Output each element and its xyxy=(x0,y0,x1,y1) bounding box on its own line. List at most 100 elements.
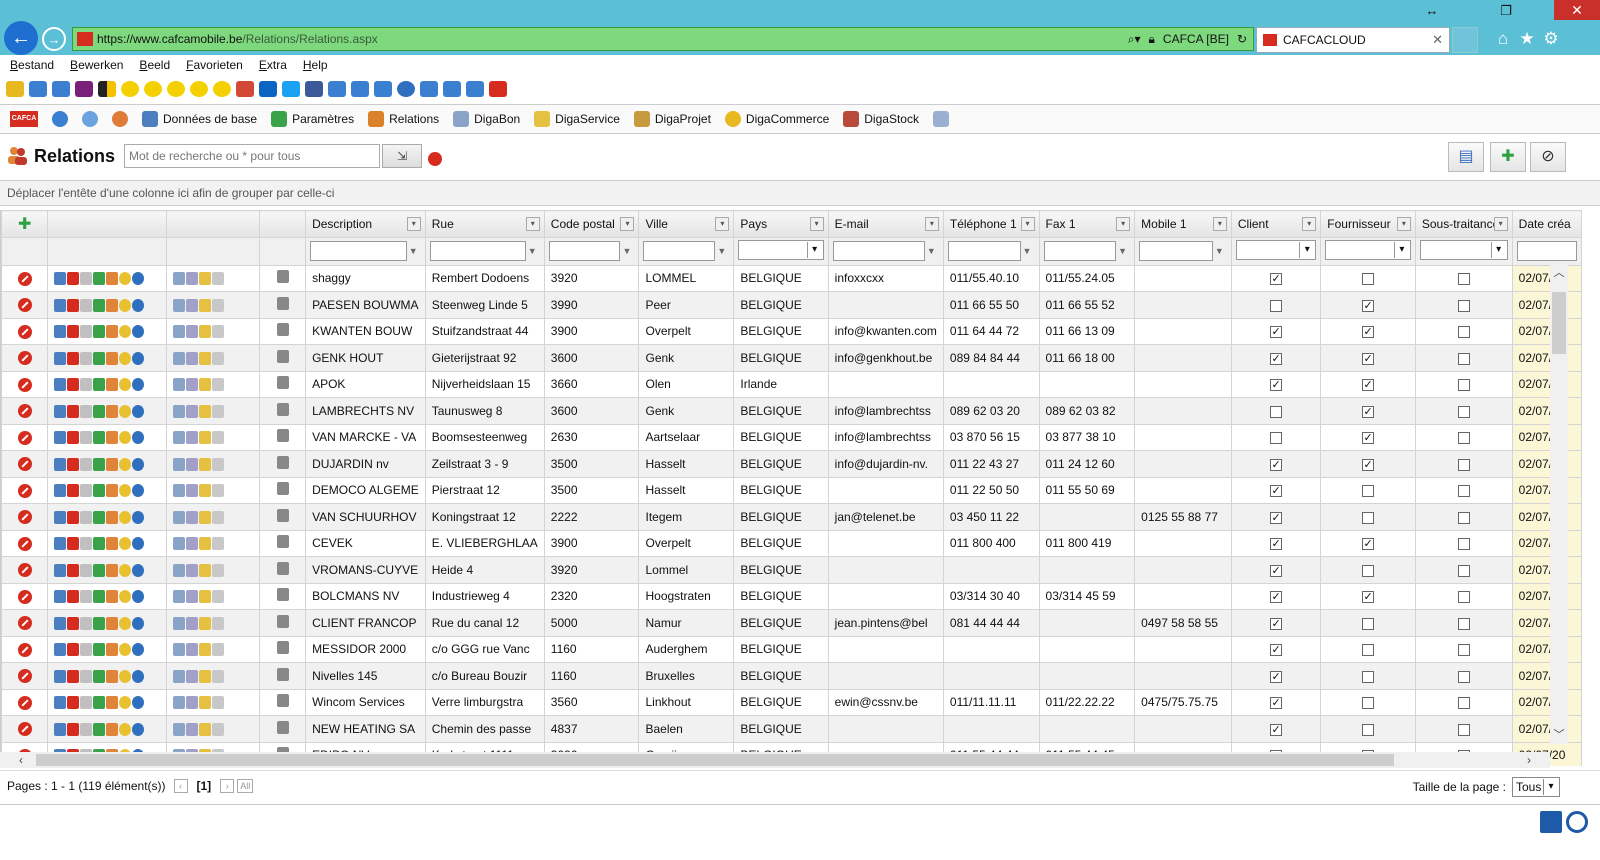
cell-ville[interactable]: Peer xyxy=(638,291,735,319)
cell-tel[interactable]: 081 44 44 44 xyxy=(942,609,1040,637)
cell-tel[interactable] xyxy=(942,662,1040,690)
group-by-hint[interactable]: Déplacer l'entête d'une colonne ici afin… xyxy=(0,180,1600,206)
action-icon[interactable] xyxy=(132,272,145,286)
link-icon[interactable] xyxy=(212,669,225,683)
scroll-down-icon[interactable]: ﹀ xyxy=(1550,726,1568,742)
row-link-icons[interactable] xyxy=(173,457,225,471)
cell-ville[interactable]: Linkhout xyxy=(638,688,735,716)
row-link-icons[interactable] xyxy=(173,484,225,498)
row-link-icons[interactable] xyxy=(173,272,225,286)
row-action-icons[interactable] xyxy=(54,298,145,312)
cell-fax[interactable]: 011 66 13 09 xyxy=(1038,317,1136,345)
link-icon[interactable] xyxy=(212,351,225,365)
cell-email[interactable] xyxy=(827,582,944,610)
cell-fax[interactable]: 011 55 50 69 xyxy=(1038,476,1136,504)
table-row[interactable]: MESSIDOR 2000 c/o GGG rue Vanc 1160 Audergh… xyxy=(1,635,1582,663)
column-menu-icon[interactable]: ▾ xyxy=(1116,217,1131,231)
cell-ville[interactable]: Hasselt xyxy=(638,476,735,504)
cell-description[interactable]: Nivelles 145 xyxy=(305,662,426,690)
sous-checkbox[interactable] xyxy=(1457,723,1470,736)
action-icon[interactable] xyxy=(119,590,132,604)
action-icon[interactable] xyxy=(119,510,132,524)
sous-checkbox[interactable] xyxy=(1457,591,1470,604)
cell-rue[interactable]: Pierstraat 12 xyxy=(424,476,545,504)
hierarchy-icon[interactable] xyxy=(276,482,289,496)
cell-ville[interactable]: Bruxelles xyxy=(638,662,735,690)
cell-mobile[interactable] xyxy=(1134,450,1232,478)
action-icon[interactable] xyxy=(132,722,145,736)
user-icon[interactable] xyxy=(112,111,128,127)
row-action-icons[interactable] xyxy=(54,616,145,630)
client-checkbox[interactable]: ✓ xyxy=(1270,352,1283,365)
action-icon[interactable] xyxy=(119,616,132,630)
link-icon[interactable] xyxy=(212,298,225,312)
cell-ville[interactable]: Genk xyxy=(638,397,735,425)
cell-fax[interactable] xyxy=(1038,556,1136,584)
cell-mobile[interactable] xyxy=(1134,291,1232,319)
col-client[interactable]: Client ▾ xyxy=(1230,210,1322,238)
action-icon[interactable] xyxy=(119,563,132,577)
link-icon[interactable] xyxy=(212,378,225,392)
link-icon[interactable] xyxy=(173,590,186,604)
action-icon[interactable] xyxy=(106,563,119,577)
link-icon[interactable] xyxy=(212,510,225,524)
link-icon[interactable] xyxy=(173,431,186,445)
action-icon[interactable] xyxy=(93,722,106,736)
action-icon[interactable] xyxy=(106,510,119,524)
filter-code-postal-input[interactable] xyxy=(548,241,621,261)
cell-mobile[interactable] xyxy=(1134,715,1232,743)
cell-tel[interactable] xyxy=(942,715,1040,743)
cell-mobile[interactable] xyxy=(1134,264,1232,292)
home-icon[interactable]: ⌂ xyxy=(1492,28,1514,50)
client-checkbox[interactable]: ✓ xyxy=(1270,644,1283,657)
cell-mobile[interactable] xyxy=(1134,344,1232,372)
fournisseur-checkbox[interactable]: ✓ xyxy=(1362,538,1375,551)
action-icon[interactable] xyxy=(54,272,67,286)
delete-icon[interactable] xyxy=(17,430,32,445)
table-row[interactable]: APOK Nijverheidslaan 15 3660 Olen Irlande ✓ ✓ 0… xyxy=(1,370,1582,398)
link-icon[interactable] xyxy=(173,537,186,551)
action-icon[interactable] xyxy=(132,643,145,657)
link-icon[interactable] xyxy=(199,510,212,524)
report-button[interactable]: ▤ xyxy=(1448,142,1484,172)
cell-tel[interactable] xyxy=(942,635,1040,663)
delete-icon[interactable] xyxy=(17,669,32,684)
cell-email[interactable]: info@genkhout.be xyxy=(827,344,944,372)
delete-icon[interactable] xyxy=(17,457,32,472)
action-icon[interactable] xyxy=(93,298,106,312)
action-icon[interactable] xyxy=(67,537,80,551)
row-action-icons[interactable] xyxy=(54,669,145,683)
hierarchy-icon[interactable] xyxy=(276,455,289,469)
column-menu-icon[interactable]: ▾ xyxy=(1396,217,1411,231)
cell-cp[interactable]: 3600 xyxy=(543,397,640,425)
action-icon[interactable] xyxy=(106,590,119,604)
filter-icon[interactable]: ▼ xyxy=(717,246,726,256)
scroll-right-icon[interactable]: › xyxy=(1520,752,1538,768)
action-icon[interactable] xyxy=(80,590,93,604)
cell-date[interactable]: 02/07/20 xyxy=(1511,291,1582,319)
link-icon[interactable] xyxy=(212,325,225,339)
globe-icon[interactable] xyxy=(52,111,68,127)
col-rue[interactable]: Rue ▾ xyxy=(424,210,545,238)
link-icon[interactable] xyxy=(186,378,199,392)
action-icon[interactable] xyxy=(80,404,93,418)
cell-description[interactable]: PAESEN BOUWMA xyxy=(305,291,426,319)
action-icon[interactable] xyxy=(80,696,93,710)
cell-ville[interactable]: Hasselt xyxy=(638,450,735,478)
tab-close-icon[interactable]: ✕ xyxy=(1432,32,1443,48)
link-icon[interactable] xyxy=(199,537,212,551)
cell-cp[interactable]: 3660 xyxy=(543,370,640,398)
cell-cp[interactable]: 3500 xyxy=(543,476,640,504)
cell-email[interactable]: info@lambrechtss xyxy=(827,423,944,451)
link-icon[interactable] xyxy=(186,510,199,524)
hierarchy-icon[interactable] xyxy=(276,588,289,602)
cell-rue[interactable]: Taunusweg 8 xyxy=(424,397,545,425)
action-icon[interactable] xyxy=(132,616,145,630)
table-row[interactable]: PAESEN BOUWMA Steenweg Linde 5 3990 Peer BEL… xyxy=(1,291,1582,319)
hierarchy-icon[interactable] xyxy=(276,694,289,708)
action-icon[interactable] xyxy=(119,298,132,312)
link-icon[interactable] xyxy=(199,616,212,630)
action-icon[interactable] xyxy=(54,325,67,339)
action-icon[interactable] xyxy=(119,722,132,736)
cell-fax[interactable] xyxy=(1038,715,1136,743)
